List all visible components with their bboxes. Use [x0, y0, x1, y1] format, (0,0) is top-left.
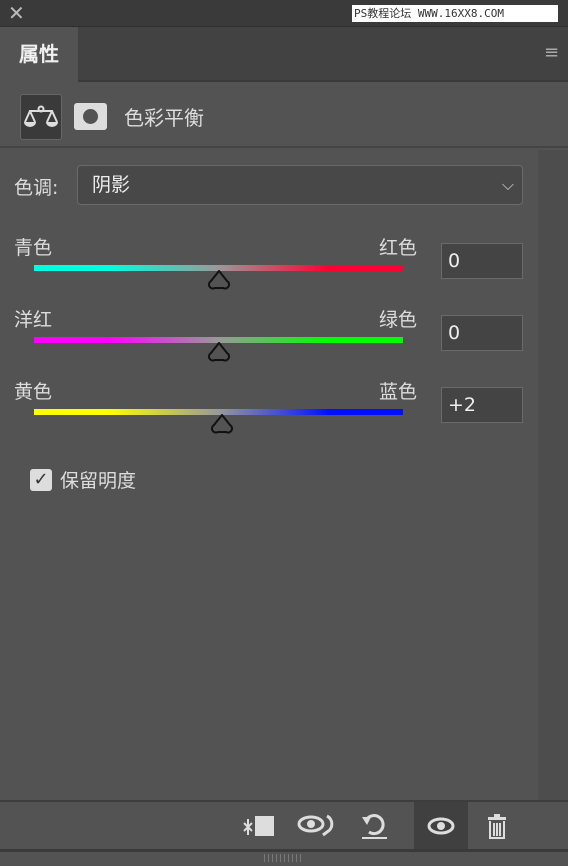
tab-bar: 属性 ≡: [0, 26, 568, 83]
adjustment-title: 色彩平衡: [124, 106, 204, 130]
chevron-down-icon: ⌵: [501, 175, 514, 194]
slider-right-label: 红色: [379, 237, 418, 259]
slider-thumb[interactable]: [211, 413, 234, 434]
mask-icon[interactable]: [74, 103, 107, 130]
clip-to-layer-icon[interactable]: [232, 802, 286, 849]
balance-scale-icon[interactable]: [20, 94, 62, 140]
preserve-luminosity-label: 保留明度: [60, 470, 137, 492]
tone-select[interactable]: 阴影 ⌵: [77, 165, 523, 205]
visibility-eye-icon[interactable]: [414, 802, 468, 849]
checkbox-checked-icon[interactable]: ✓: [30, 468, 52, 491]
slider-left-label: 洋红: [14, 309, 53, 331]
slider-value-input[interactable]: 0: [441, 315, 523, 351]
close-icon[interactable]: ✕: [8, 1, 25, 25]
slider-right-label: 绿色: [379, 309, 418, 331]
tone-value: 阴影: [92, 174, 131, 196]
slider-value-input[interactable]: 0: [441, 243, 523, 279]
trash-icon[interactable]: [470, 802, 524, 849]
scrollbar[interactable]: [538, 150, 568, 800]
slider-left-label: 黄色: [14, 381, 53, 403]
properties-header: 色彩平衡: [0, 82, 568, 148]
hamburger-menu-icon[interactable]: ≡: [544, 44, 564, 62]
preserve-luminosity[interactable]: ✓ 保留明度: [30, 466, 136, 493]
slider-thumb[interactable]: [207, 269, 230, 290]
tone-label: 色调:: [14, 177, 59, 199]
watermark: PS教程论坛 WWW.16XX8.COM: [352, 5, 558, 22]
view-previous-state-icon[interactable]: [290, 802, 344, 849]
tab-properties[interactable]: 属性: [0, 27, 78, 83]
slider-value-input[interactable]: +2: [441, 387, 523, 423]
bottom-toolbar: [0, 800, 568, 852]
slider-right-label: 蓝色: [379, 381, 418, 403]
title-bar: ✕ PS教程论坛 WWW.16XX8.COM: [0, 0, 568, 26]
resize-grip[interactable]: [264, 854, 302, 862]
slider-left-label: 青色: [14, 237, 53, 259]
reset-icon[interactable]: [348, 802, 402, 849]
slider-thumb[interactable]: [207, 341, 230, 362]
